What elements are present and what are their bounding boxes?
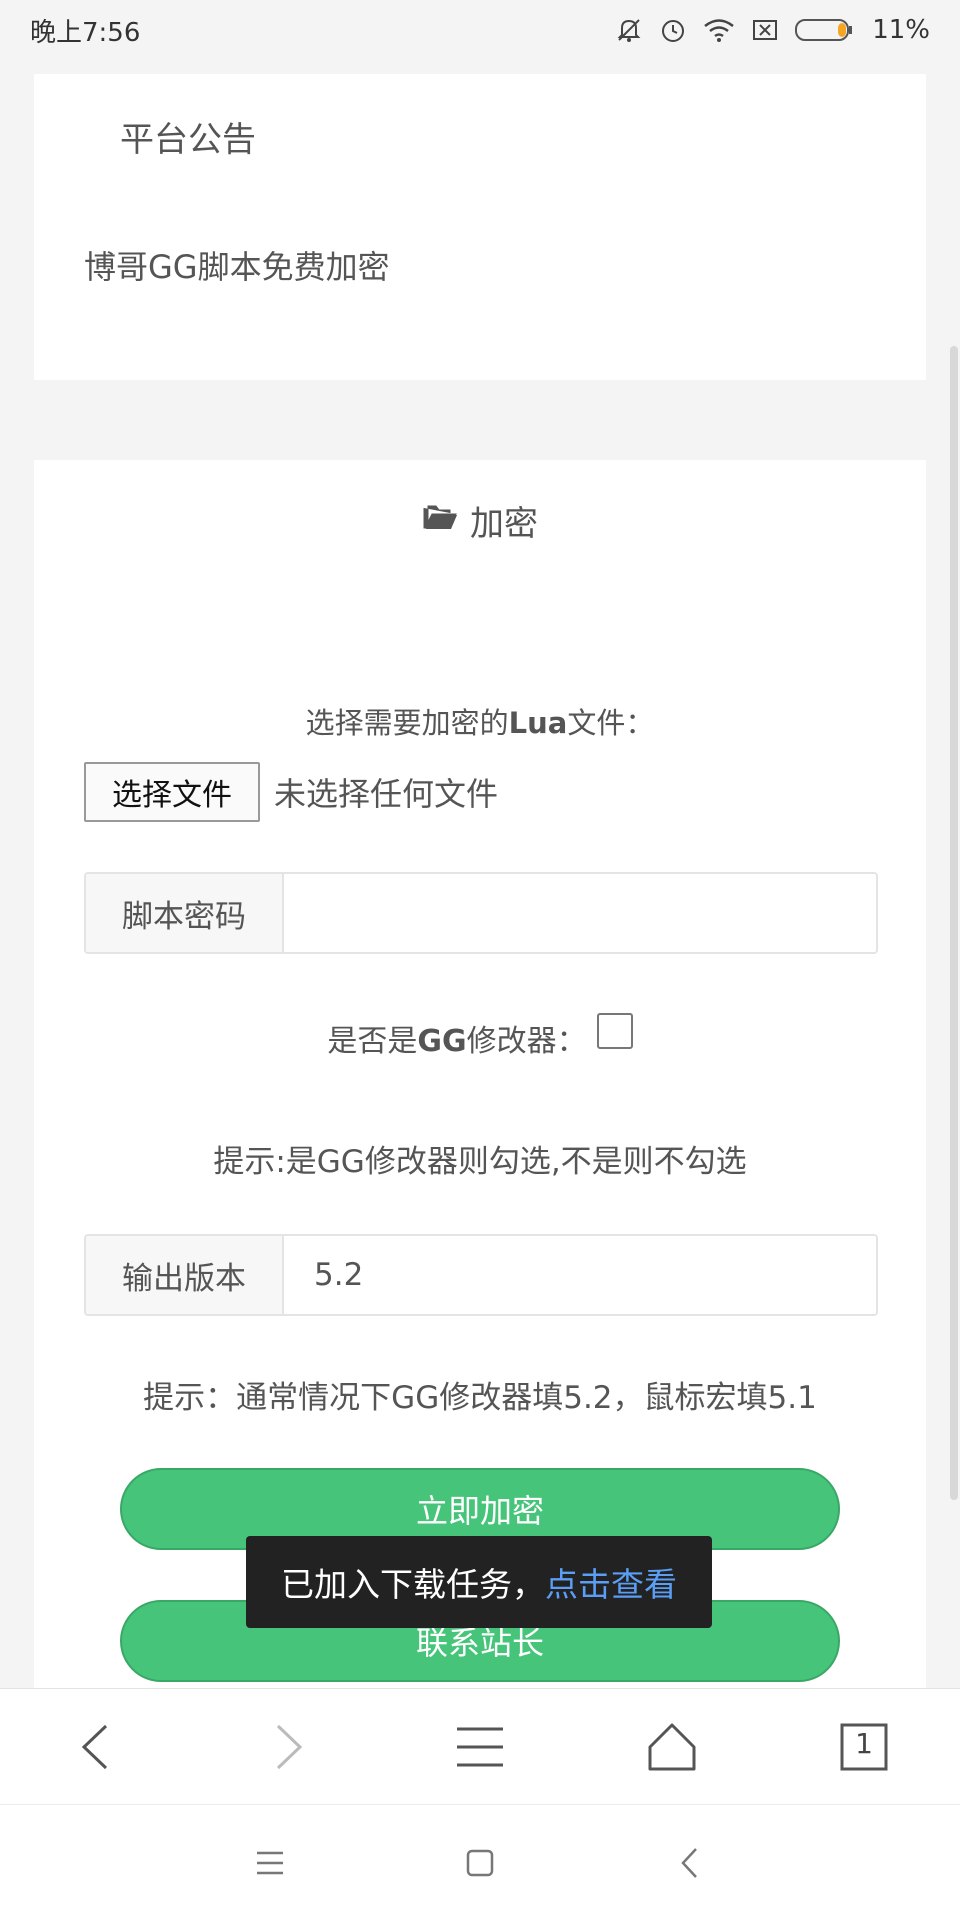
file-label-bold: Lua (508, 706, 568, 740)
alarm-icon (658, 15, 688, 45)
system-back-icon[interactable] (660, 1833, 720, 1893)
page-scrollbar[interactable] (950, 346, 958, 1500)
gg-modifier-row: 是否是GG修改器： (34, 1013, 926, 1060)
home-square-icon[interactable] (450, 1833, 510, 1893)
folder-open-icon (422, 501, 458, 541)
file-select-label: 选择需要加密的Lua文件： (34, 700, 926, 742)
file-input-row: 选择文件 未选择任何文件 (84, 762, 498, 822)
announcement-card: 平台公告 博哥GG脚本免费加密 (34, 74, 926, 380)
choose-file-button[interactable]: 选择文件 (84, 762, 260, 822)
gg-label-suffix: 修改器： (466, 1024, 587, 1059)
version-field[interactable] (284, 1236, 876, 1314)
browser-toolbar: 1 (0, 1688, 960, 1804)
gg-modifier-label: 是否是GG修改器： (327, 1016, 586, 1060)
status-icons: 11% (614, 15, 930, 45)
mute-bell-icon (614, 15, 644, 45)
wifi-icon (702, 15, 736, 45)
file-status-text: 未选择任何文件 (274, 775, 499, 813)
encrypt-card: 加密 选择需要加密的Lua文件： 选择文件 未选择任何文件 脚本密码 是否是GG… (34, 460, 926, 1700)
version-input-group: 输出版本 (84, 1234, 878, 1316)
menu-icon[interactable] (432, 1699, 528, 1795)
password-label: 脚本密码 (86, 874, 284, 952)
home-icon[interactable] (624, 1699, 720, 1795)
tab-count: 1 (855, 1726, 873, 1760)
gg-modifier-checkbox[interactable] (596, 1013, 633, 1049)
back-icon[interactable] (48, 1699, 144, 1795)
encrypt-title-text: 加密 (470, 504, 538, 544)
sim-off-icon (750, 15, 780, 45)
tabs-icon[interactable]: 1 (816, 1699, 912, 1795)
encrypt-title: 加密 (34, 496, 926, 545)
status-bar: 晚上7:56 11% (0, 0, 960, 60)
file-label-suffix: 文件： (567, 706, 655, 740)
battery-icon (794, 17, 854, 43)
status-time: 晚上7:56 (30, 17, 141, 48)
password-field[interactable] (284, 874, 876, 952)
version-label: 输出版本 (86, 1236, 284, 1314)
file-label-prefix: 选择需要加密的 (305, 706, 509, 740)
gg-label-prefix: 是否是 (327, 1024, 418, 1059)
gg-label-bold: GG (417, 1024, 467, 1059)
version-hint-text: 提示：通常情况下GG修改器填5.2，鼠标宏填5.1 (143, 1380, 817, 1416)
system-nav-bar (0, 1804, 960, 1920)
recent-apps-icon[interactable] (240, 1833, 300, 1893)
gg-hint-text: 提示:是GG修改器则勾选,不是则不勾选 (213, 1144, 747, 1180)
toast-text: 已加入下载任务， (281, 1565, 545, 1604)
announcement-body: 博哥GG脚本免费加密 (84, 248, 390, 286)
toast-view-link[interactable]: 点击查看 (545, 1558, 677, 1606)
battery-percent: 11% (872, 15, 930, 45)
forward-icon[interactable] (240, 1699, 336, 1795)
announcement-title: 平台公告 (120, 120, 256, 160)
password-input-group: 脚本密码 (84, 872, 878, 954)
download-toast: 已加入下载任务， 点击查看 (246, 1536, 712, 1628)
